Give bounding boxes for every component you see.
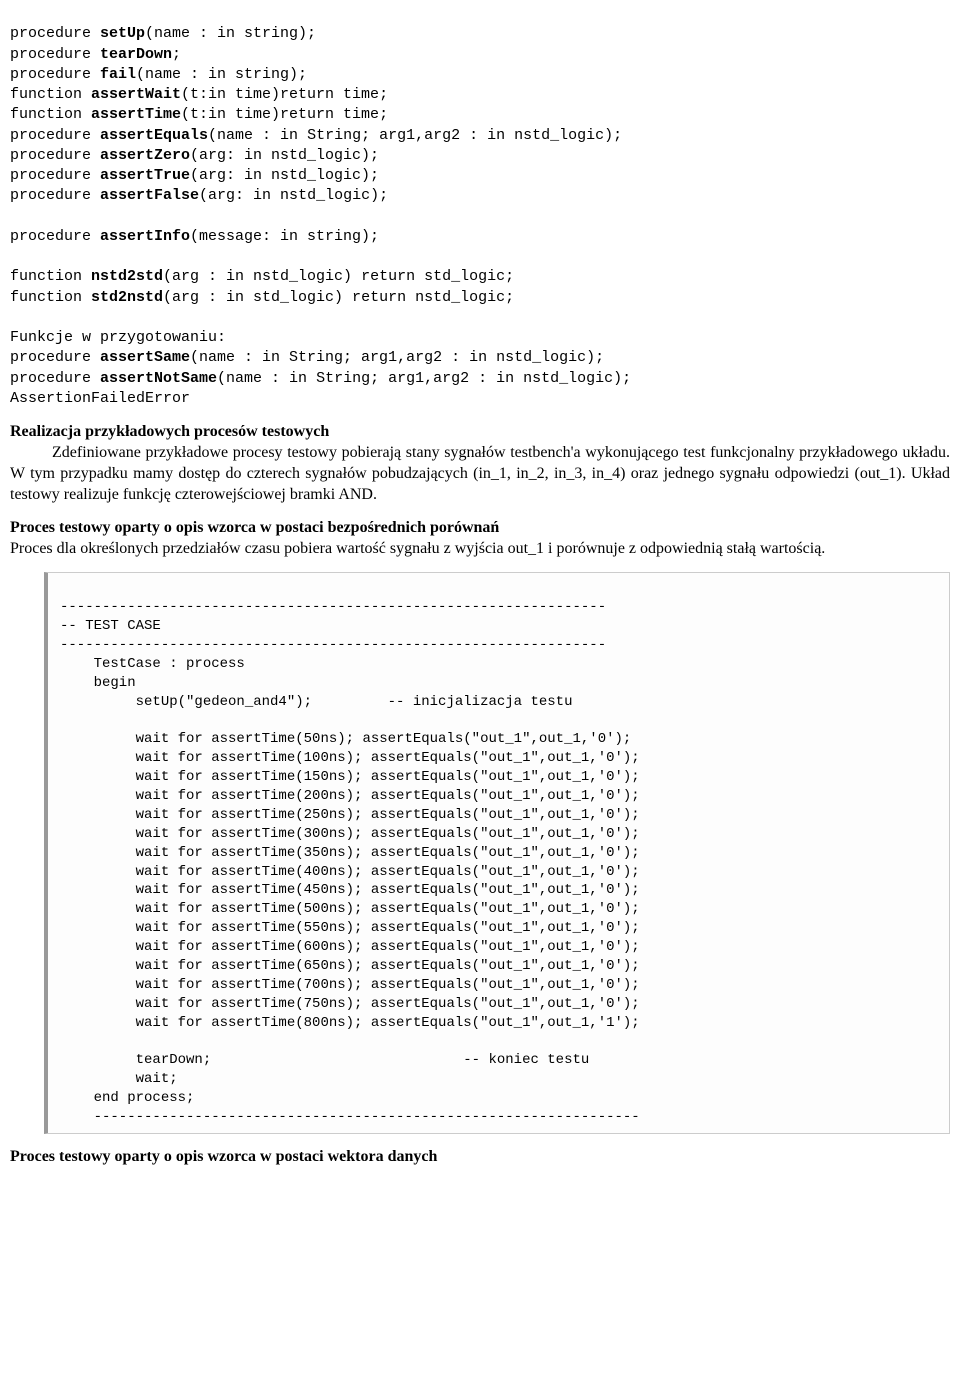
code-line: procedure tearDown; — [10, 46, 181, 63]
code-line: tearDown; -- koniec testu — [60, 1052, 589, 1068]
code-line: procedure assertZero(arg: in nstd_logic)… — [10, 147, 379, 164]
code-line: wait for assertTime(750ns); assertEquals… — [60, 996, 640, 1012]
code-line: function nstd2std(arg : in nstd_logic) r… — [10, 268, 514, 285]
section-heading-proces-porownania: Proces testowy oparty o opis wzorca w po… — [10, 519, 950, 537]
code-line: wait for assertTime(500ns); assertEquals… — [60, 901, 640, 917]
code-line: wait; — [60, 1071, 178, 1087]
code-line: procedure assertTrue(arg: in nstd_logic)… — [10, 167, 379, 184]
code-block-declarations: procedure setUp(name : in string); proce… — [10, 4, 950, 409]
code-line: wait for assertTime(450ns); assertEquals… — [60, 882, 640, 898]
code-line: wait for assertTime(400ns); assertEquals… — [60, 864, 640, 880]
code-line: procedure assertInfo(message: in string)… — [10, 228, 379, 245]
code-line: ----------------------------------------… — [60, 599, 606, 615]
code-line: -- TEST CASE — [60, 618, 161, 634]
code-line: wait for assertTime(250ns); assertEquals… — [60, 807, 640, 823]
code-line: function std2nstd(arg : in std_logic) re… — [10, 289, 514, 306]
section-heading-proces-wektor: Proces testowy oparty o opis wzorca w po… — [10, 1148, 950, 1166]
section-heading-realizacja: Realizacja przykładowych procesów testow… — [10, 423, 950, 441]
paragraph-proces-porownania: Proces dla określonych przedziałów czasu… — [10, 539, 950, 560]
paragraph-realizacja: Zdefiniowane przykładowe procesy testowy… — [10, 443, 950, 505]
code-line: procedure assertNotSame(name : in String… — [10, 370, 631, 387]
code-line: function assertTime(t:in time)return tim… — [10, 106, 388, 123]
code-line: function assertWait(t:in time)return tim… — [10, 86, 388, 103]
code-line: wait for assertTime(200ns); assertEquals… — [60, 788, 640, 804]
code-line: TestCase : process — [60, 656, 245, 672]
code-block-testcase: ----------------------------------------… — [44, 572, 950, 1134]
code-line: procedure assertEquals(name : in String;… — [10, 127, 622, 144]
code-line: ----------------------------------------… — [60, 637, 606, 653]
code-line: AssertionFailedError — [10, 390, 190, 407]
code-line: procedure assertSame(name : in String; a… — [10, 349, 604, 366]
code-line: wait for assertTime(350ns); assertEquals… — [60, 845, 640, 861]
code-line: wait for assertTime(150ns); assertEquals… — [60, 769, 640, 785]
code-line: wait for assertTime(650ns); assertEquals… — [60, 958, 640, 974]
code-line: ----------------------------------------… — [60, 1109, 640, 1125]
code-line: wait for assertTime(600ns); assertEquals… — [60, 939, 640, 955]
code-line: procedure fail(name : in string); — [10, 66, 307, 83]
code-line: wait for assertTime(800ns); assertEquals… — [60, 1015, 640, 1031]
code-line: wait for assertTime(700ns); assertEquals… — [60, 977, 640, 993]
code-line: wait for assertTime(100ns); assertEquals… — [60, 750, 640, 766]
code-line: wait for assertTime(50ns); assertEquals(… — [60, 731, 631, 747]
code-line: Funkcje w przygotowaniu: — [10, 329, 226, 346]
code-line: begin — [60, 675, 136, 691]
code-line: procedure assertFalse(arg: in nstd_logic… — [10, 187, 388, 204]
code-line: wait for assertTime(300ns); assertEquals… — [60, 826, 640, 842]
code-line: end process; — [60, 1090, 194, 1106]
code-line: procedure setUp(name : in string); — [10, 25, 316, 42]
code-line: setUp("gedeon_and4"); -- inicjalizacja t… — [60, 694, 572, 710]
code-line: wait for assertTime(550ns); assertEquals… — [60, 920, 640, 936]
